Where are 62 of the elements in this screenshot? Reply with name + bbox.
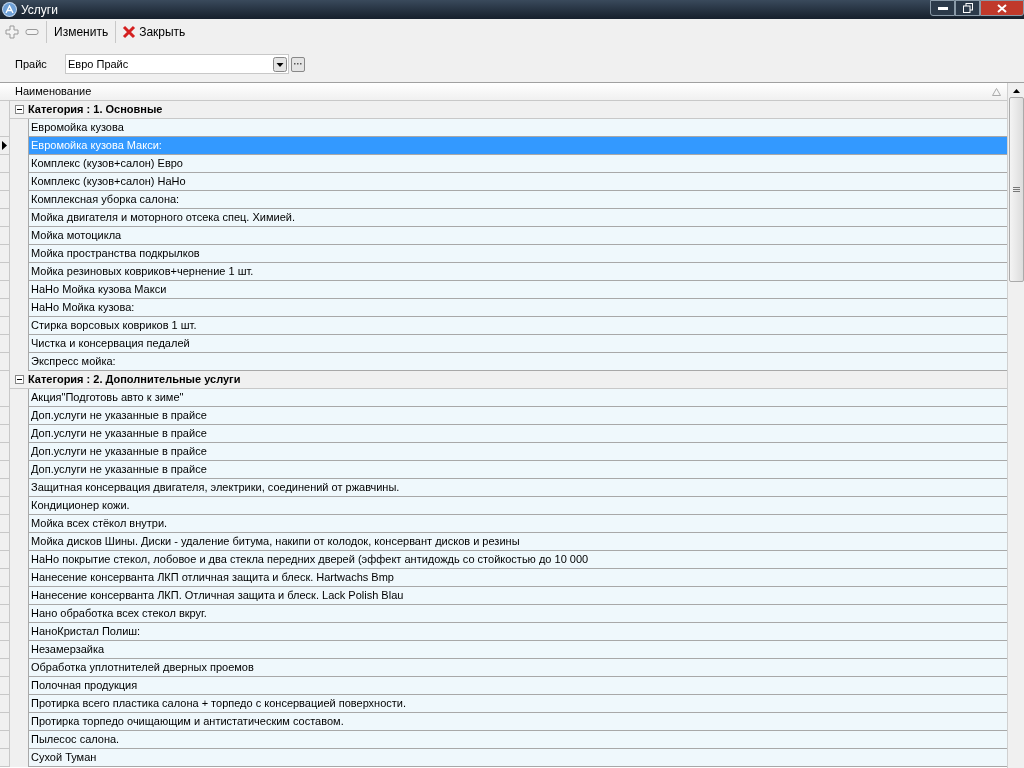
service-row[interactable]: НаноКристал Полиш: <box>28 623 1007 641</box>
current-row-icon <box>2 141 7 150</box>
collapse-toggle-icon[interactable] <box>14 375 24 384</box>
restore-icon <box>962 3 973 13</box>
service-row[interactable]: Мойка двигателя и моторного отсека спец. Химией. <box>28 209 1007 227</box>
close-icon <box>122 25 137 39</box>
price-label: Прайс <box>15 56 48 72</box>
service-row[interactable]: НаНо Мойка кузова: <box>28 299 1007 317</box>
service-row[interactable]: Пылесос салона. <box>28 731 1007 749</box>
service-row[interactable]: Мойка всех стёкол внутри. <box>28 515 1007 533</box>
group-header[interactable]: Категория : 2. Дополнительные услуги <box>28 371 241 388</box>
service-row[interactable]: Доп.услуги не указанные в прайсе <box>28 461 1007 479</box>
service-row[interactable]: Протирка торпедо очищающим и антистатическим составом. <box>28 713 1007 731</box>
restore-button[interactable] <box>955 0 980 16</box>
service-row[interactable]: НаНо Мойка кузова Макси <box>28 281 1007 299</box>
service-row[interactable]: Доп.услуги не указанные в прайсе <box>28 407 1007 425</box>
sort-icon <box>992 87 1001 96</box>
service-row[interactable]: Чистка и консервация педалей <box>28 335 1007 353</box>
minimize-icon <box>937 6 948 10</box>
group-header[interactable]: Категория : 1. Основные <box>28 101 163 118</box>
close-button[interactable]: Закрыть <box>116 21 192 43</box>
remove-icon <box>25 29 39 35</box>
ellipsis-button[interactable] <box>291 56 305 72</box>
service-row[interactable]: Полочная продукция <box>28 677 1007 695</box>
edit-button[interactable]: Изменить <box>46 21 117 43</box>
group-indent <box>10 749 28 767</box>
service-row[interactable]: Нано обработка всех стекол вкруг. <box>28 605 1007 623</box>
collapse-toggle-icon[interactable] <box>14 105 24 114</box>
window-title: Услуги <box>21 1 58 19</box>
service-row[interactable]: Доп.услуги не указанные в прайсе <box>28 425 1007 443</box>
service-row[interactable]: Мойка мотоцикла <box>28 227 1007 245</box>
service-row[interactable]: Комплексная уборка салона: <box>28 191 1007 209</box>
service-row[interactable]: НаНо покрытие стекол, лобовое и два стекла передних дверей (эффект антидождь со стойкостью до 10 000 <box>28 551 1007 569</box>
column-header[interactable]: Наименование <box>0 83 1007 101</box>
close-icon <box>997 3 1007 13</box>
app-logo-icon <box>2 2 17 17</box>
service-row[interactable]: Комплекс (кузов+салон) Евро <box>28 155 1007 173</box>
service-row[interactable]: Защитная консервация двигателя, электрики, соединений от ржавчины. <box>28 479 1007 497</box>
minimize-button[interactable] <box>930 0 955 16</box>
service-row[interactable]: Акция"Подготовь авто к зиме" <box>28 389 1007 407</box>
add-button[interactable] <box>2 22 22 42</box>
service-row[interactable]: Кондиционер кожи. <box>28 497 1007 515</box>
service-row[interactable]: Нанесение консерванта ЛКП отличная защита и блеск. Hartwachs Bmp <box>28 569 1007 587</box>
service-row[interactable]: Мойка пространства подкрылков <box>28 245 1007 263</box>
service-row[interactable]: Комплекс (кузов+салон) НаНо <box>28 173 1007 191</box>
service-row[interactable]: Протирка всего пластика салона + торпедо с консервацией поверхности. <box>28 695 1007 713</box>
close-window-button[interactable] <box>980 0 1024 16</box>
service-row[interactable]: Сухой Туман <box>28 749 1007 767</box>
service-row[interactable]: Мойка резиновых ковриков+чернение 1 шт. <box>28 263 1007 281</box>
service-row[interactable]: Нанесение консерванта ЛКП. Отличная защита и блеск. Lack Polish Blau <box>28 587 1007 605</box>
service-row[interactable]: Доп.услуги не указанные в прайсе <box>28 443 1007 461</box>
service-row[interactable]: Незамерзайка <box>28 641 1007 659</box>
scrollbar[interactable] <box>1007 83 1024 768</box>
scroll-thumb[interactable] <box>1008 97 1024 282</box>
add-icon <box>5 25 19 39</box>
service-row[interactable]: Обработка уплотнителей дверных проемов <box>28 659 1007 677</box>
service-row[interactable]: Стирка ворсовых ковриков 1 шт. <box>28 317 1007 335</box>
service-row[interactable]: Евромойка кузова <box>28 119 1007 137</box>
grip-icon <box>1012 186 1020 193</box>
service-row[interactable]: Экспресс мойка: <box>28 353 1007 371</box>
service-row[interactable]: Мойка дисков Шины. Диски - удаление битума, накипи от колодок, консервант дисков и резины <box>28 533 1007 551</box>
price-dropdown[interactable]: Евро Прайс <box>65 54 289 74</box>
